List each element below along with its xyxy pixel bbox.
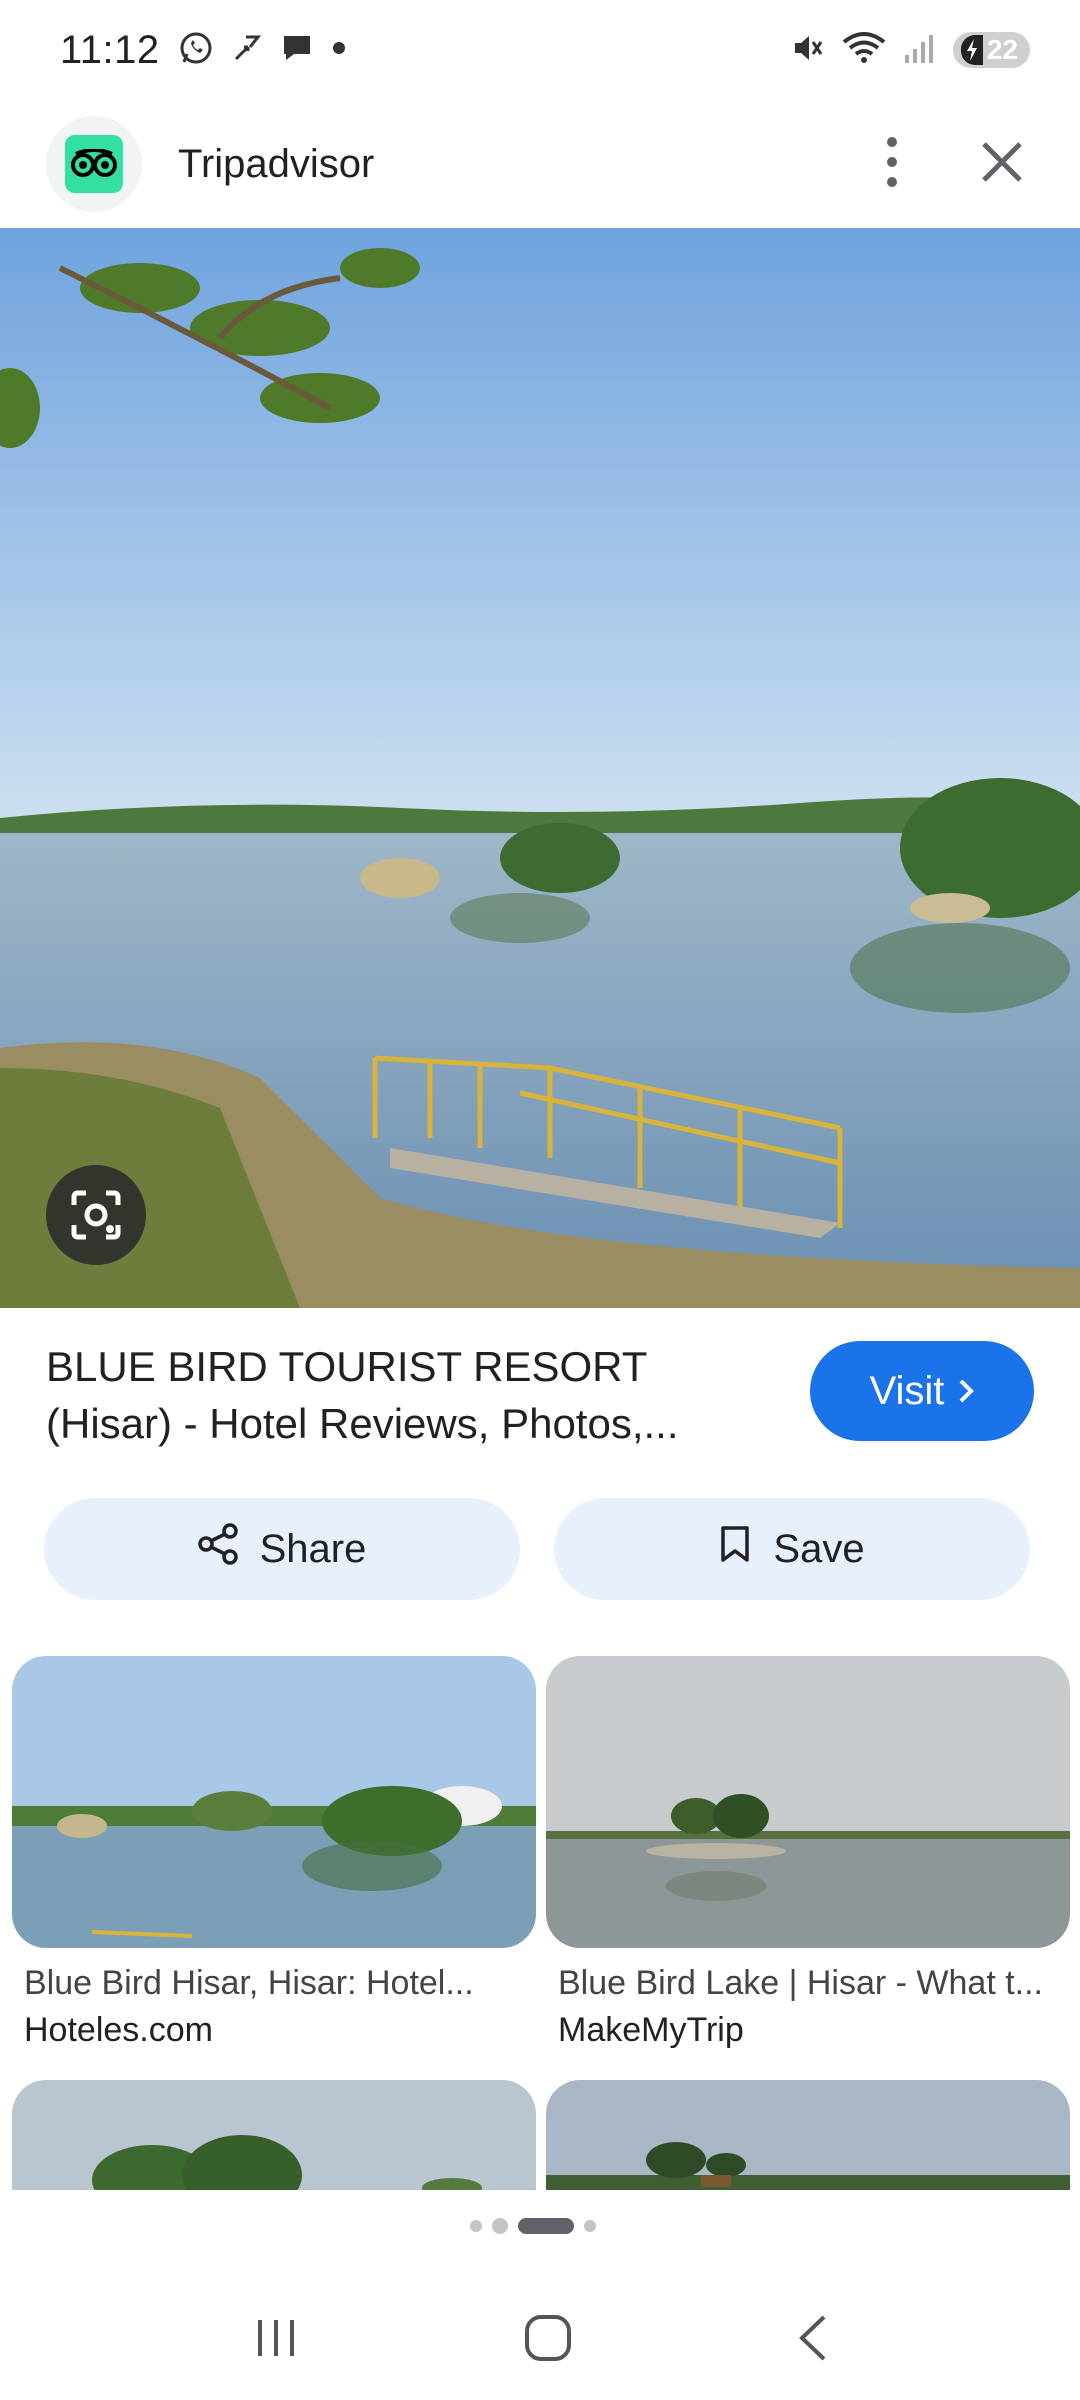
recent-apps-icon[interactable]: [252, 2316, 300, 2365]
related-thumbnail[interactable]: [546, 1656, 1070, 1948]
related-source: Hoteles.com: [24, 2011, 213, 2049]
related-caption: Blue Bird Lake | Hisar - What t...: [558, 1964, 1043, 2002]
missed-call-icon: [232, 33, 262, 68]
site-title: Tripadvisor: [178, 141, 375, 186]
save-button[interactable]: Save: [554, 1498, 1030, 1600]
related-source: MakeMyTrip: [558, 2011, 744, 2049]
related-card[interactable]: Blue Bird Lake | Hisar - What t... MakeM…: [546, 1656, 1070, 2050]
result-title[interactable]: BLUE BIRD TOURIST RESORT (Hisar) - Hotel…: [46, 1338, 766, 1452]
home-icon[interactable]: [523, 2313, 573, 2368]
site-logo[interactable]: [46, 116, 142, 212]
battery-icon: 22: [952, 32, 1030, 68]
google-lens-button[interactable]: [46, 1165, 146, 1265]
share-icon: [197, 1523, 238, 1575]
wifi-icon: [841, 30, 887, 71]
hero-image[interactable]: [0, 228, 1080, 1308]
visit-button[interactable]: Visit: [810, 1341, 1034, 1441]
whatsapp-icon: [178, 30, 214, 71]
tripadvisor-logo-icon: [65, 135, 123, 193]
related-caption: Blue Bird Hisar, Hisar: Hotel...: [24, 1964, 474, 2002]
action-row: Share Save: [44, 1498, 1030, 1600]
dot-icon: [332, 41, 346, 60]
related-thumbnail[interactable]: [12, 2080, 536, 2190]
status-bar: 11:12 22: [0, 0, 1080, 100]
related-thumbnail[interactable]: [12, 1656, 536, 1948]
share-button[interactable]: Share: [44, 1498, 520, 1600]
chevron-right-icon: [958, 1369, 975, 1414]
bolt-icon: [960, 35, 983, 65]
share-label: Share: [259, 1526, 367, 1571]
signal-icon: [903, 31, 937, 70]
close-icon[interactable]: [980, 140, 1024, 189]
message-icon: [280, 32, 314, 69]
related-card[interactable]: Blue Bird Hisar, Hisar: Hotel... Hoteles…: [12, 1656, 536, 2050]
back-icon[interactable]: [796, 2313, 828, 2368]
system-nav-bar: [0, 2280, 1080, 2400]
page-dot: [584, 2220, 596, 2232]
page-dot-active: [518, 2218, 574, 2234]
related-thumbnail[interactable]: [546, 2080, 1070, 2190]
page-dot: [470, 2220, 482, 2232]
mute-icon: [789, 30, 825, 71]
battery-level: 22: [986, 34, 1018, 65]
status-time: 11:12: [60, 27, 160, 72]
app-header: Tripadvisor: [0, 100, 1080, 228]
more-options-icon[interactable]: [884, 136, 900, 193]
bookmark-icon: [719, 1524, 751, 1574]
page-indicator: [470, 2218, 596, 2234]
save-label: Save: [773, 1526, 865, 1571]
visit-label: Visit: [869, 1368, 945, 1413]
page-dot: [492, 2218, 508, 2234]
